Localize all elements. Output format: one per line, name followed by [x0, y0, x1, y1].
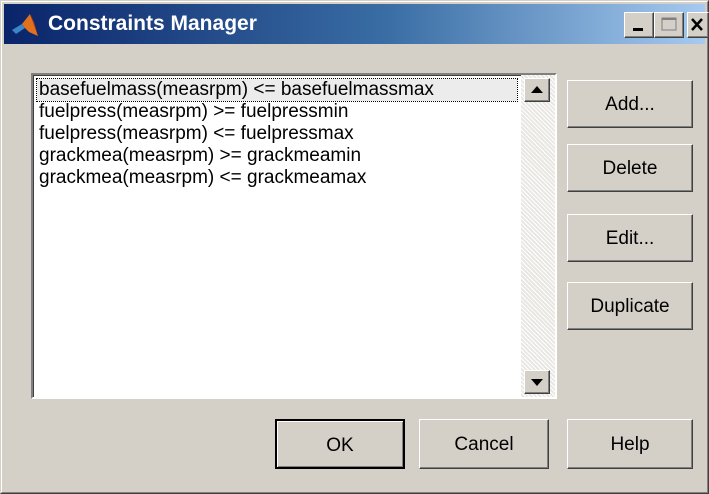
minimize-icon — [633, 28, 643, 31]
arrow-down-icon — [531, 379, 543, 386]
maximize-icon — [661, 17, 677, 31]
close-button[interactable] — [687, 12, 709, 38]
list-item[interactable]: fuelpress(measrpm) <= fuelpressmax — [37, 123, 517, 145]
matlab-logo-icon — [12, 14, 38, 36]
constraints-manager-window: Constraints Manager basefuelmass(measrpm… — [0, 0, 709, 494]
maximize-button[interactable] — [654, 12, 684, 38]
title-bar[interactable]: Constraints Manager — [4, 4, 709, 44]
list-item[interactable]: fuelpress(measrpm) >= fuelpressmin — [37, 101, 517, 123]
add-button[interactable]: Add... — [567, 80, 693, 128]
edit-button[interactable]: Edit... — [567, 214, 693, 262]
duplicate-button[interactable]: Duplicate — [567, 282, 693, 330]
minimize-button[interactable] — [624, 12, 654, 38]
list-item[interactable]: basefuelmass(measrpm) <= basefuelmassmax — [36, 78, 518, 102]
vertical-scrollbar[interactable] — [521, 75, 555, 397]
arrow-up-icon — [531, 86, 543, 93]
window-title: Constraints Manager — [48, 12, 257, 35]
ok-button[interactable]: OK — [275, 419, 405, 469]
list-item[interactable]: grackmea(measrpm) >= grackmeamin — [37, 145, 517, 167]
help-button[interactable]: Help — [567, 419, 693, 469]
list-item[interactable]: grackmea(measrpm) <= grackmeamax — [37, 167, 517, 189]
cancel-button[interactable]: Cancel — [419, 419, 549, 469]
constraints-list[interactable]: basefuelmass(measrpm) <= basefuelmassmax… — [31, 73, 557, 399]
scroll-up-button[interactable] — [524, 78, 550, 102]
delete-button[interactable]: Delete — [567, 144, 693, 192]
scroll-down-button[interactable] — [524, 370, 550, 394]
close-icon — [691, 18, 703, 31]
constraints-list-items: basefuelmass(measrpm) <= basefuelmassmax… — [36, 78, 518, 189]
